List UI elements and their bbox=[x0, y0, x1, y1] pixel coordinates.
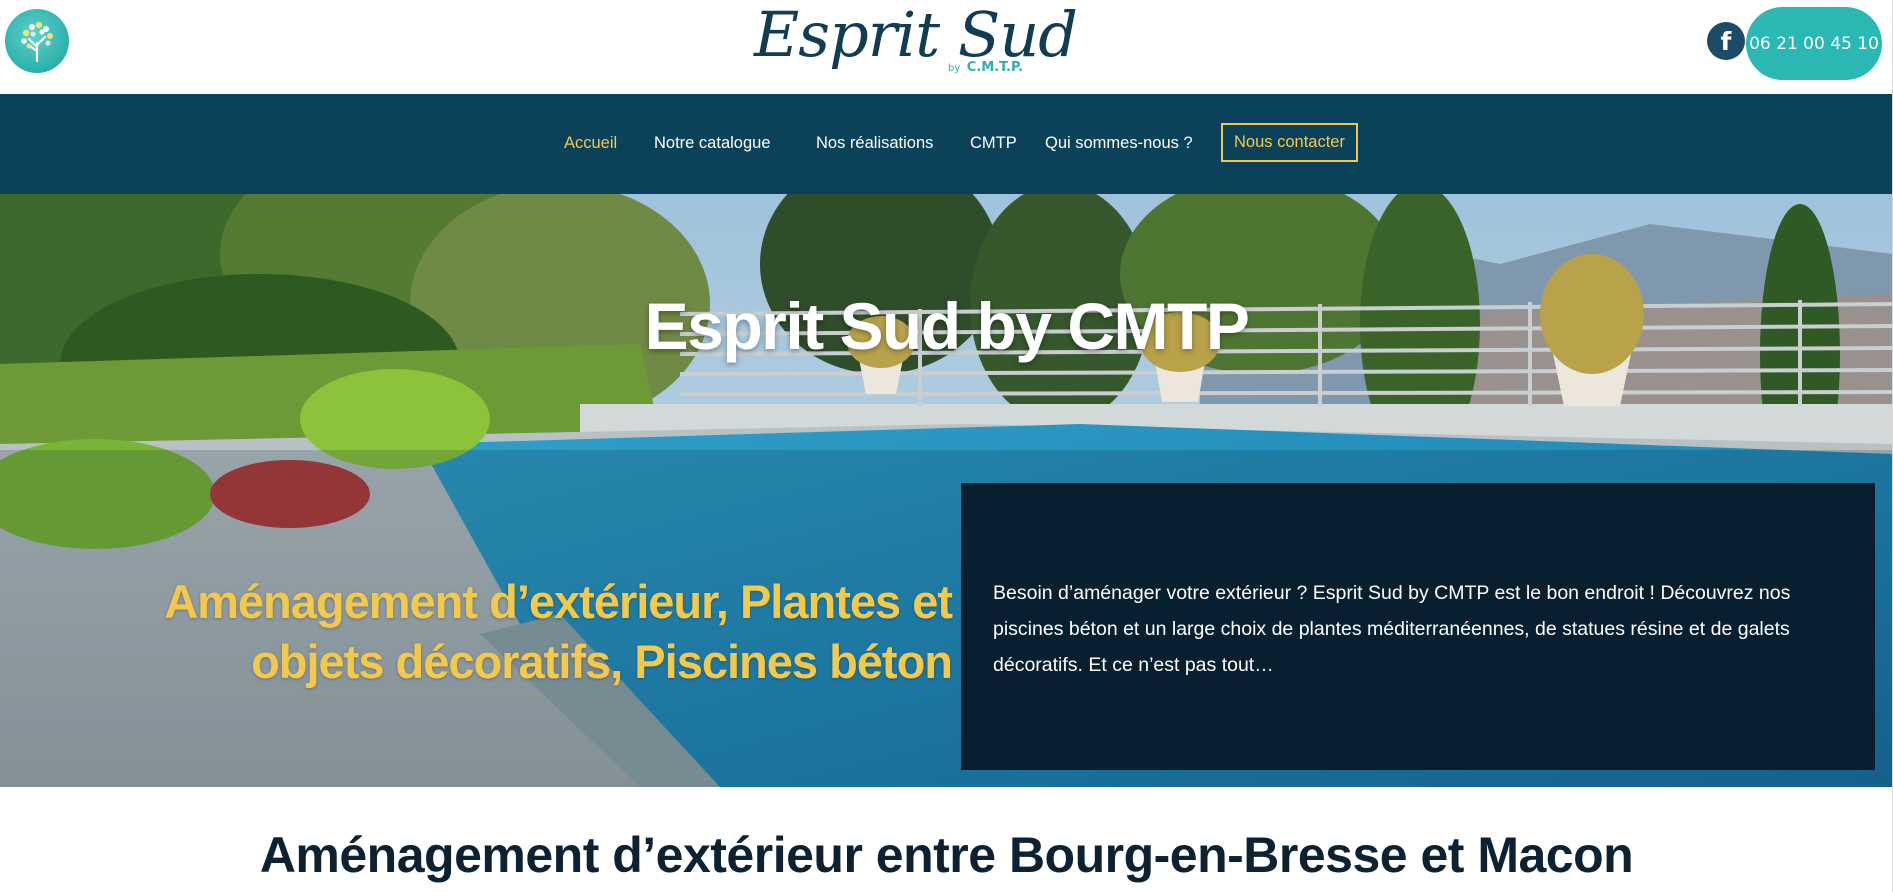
brand-by: by bbox=[948, 63, 961, 74]
nav-item-qui-sommes-nous[interactable]: Qui sommes-nous ? bbox=[1045, 134, 1193, 153]
page: Esprit Sud by C.M.T.P. f 06 21 00 45 10 … bbox=[0, 0, 1893, 892]
nav-item-realisations[interactable]: Nos réalisations bbox=[816, 134, 933, 153]
contact-button[interactable]: Nous contacter bbox=[1221, 123, 1358, 162]
brand-byline: by C.M.T.P. bbox=[948, 60, 1023, 75]
top-bar: Esprit Sud by C.M.T.P. f 06 21 00 45 10 bbox=[0, 0, 1893, 94]
contact-button-label: Nous contacter bbox=[1234, 133, 1345, 151]
nav-item-cmtp[interactable]: CMTP bbox=[970, 134, 1017, 153]
nav-item-catalogue[interactable]: Notre catalogue bbox=[654, 134, 771, 153]
brand-logo[interactable]: Esprit Sud by C.M.T.P. bbox=[740, 0, 1078, 94]
hero-subtitle-line2: objets décoratifs, Piscines béton bbox=[251, 635, 953, 688]
brand-company: C.M.T.P. bbox=[966, 60, 1024, 75]
nav-items: Accueil Notre catalogue Nos réalisations… bbox=[0, 94, 1893, 194]
main-nav: Accueil Notre catalogue Nos réalisations… bbox=[0, 94, 1893, 194]
section-title: Aménagement d’extérieur entre Bourg-en-B… bbox=[259, 827, 1634, 883]
hero-subtitle-line1: Aménagement d’extérieur, Plantes et bbox=[164, 575, 953, 628]
nav-item-accueil[interactable]: Accueil bbox=[564, 134, 617, 153]
hero-banner: Esprit Sud by CMTP Aménagement d’extérie… bbox=[0, 194, 1893, 787]
hero-title: Esprit Sud by CMTP bbox=[644, 289, 1250, 363]
hero-description: Besoin d’aménager votre extérieur ? Espr… bbox=[993, 582, 1791, 676]
phone-number: 06 21 00 45 10 bbox=[1749, 33, 1879, 54]
hero-subtitle: Aménagement d’extérieur, Plantes et obje… bbox=[40, 572, 953, 692]
tree-logo-icon[interactable] bbox=[5, 9, 69, 73]
facebook-icon[interactable]: f bbox=[1707, 22, 1745, 60]
hero-description-box: Besoin d’aménager votre extérieur ? Espr… bbox=[961, 483, 1875, 770]
facebook-letter: f bbox=[1720, 26, 1732, 56]
phone-button[interactable]: 06 21 00 45 10 bbox=[1746, 7, 1882, 80]
brand-name: Esprit Sud bbox=[754, 0, 1078, 71]
